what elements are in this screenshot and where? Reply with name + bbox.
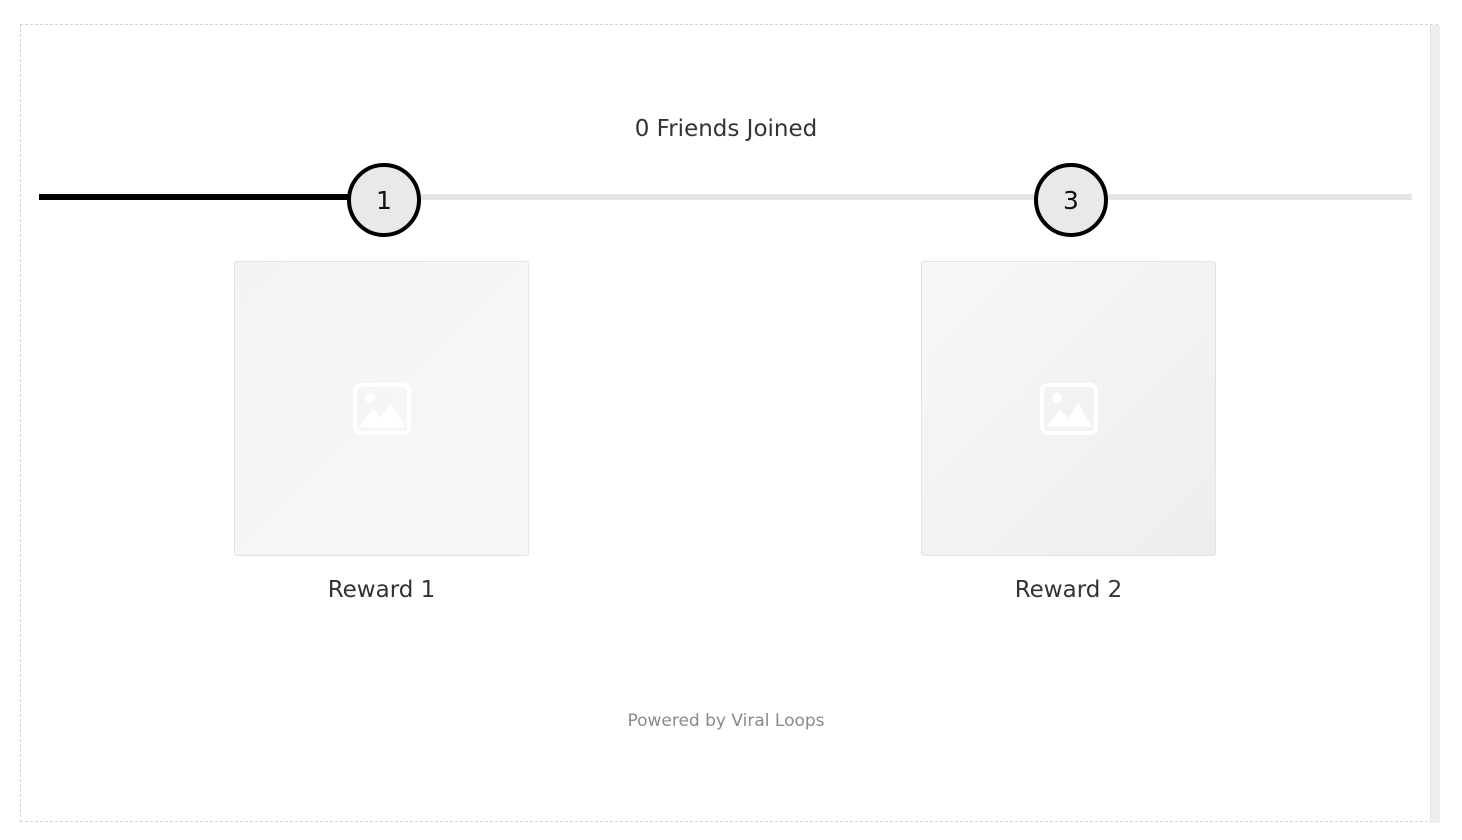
reward-1-label: Reward 1: [327, 577, 436, 603]
reward-2-label: Reward 2: [1014, 577, 1123, 603]
reward-2-image[interactable]: [921, 261, 1216, 556]
milestone-1: 1: [347, 163, 421, 237]
reward-1-image[interactable]: [234, 261, 529, 556]
powered-by-link[interactable]: Powered by Viral Loops: [0, 711, 1452, 731]
friends-joined-count: 0 Friends Joined: [634, 116, 818, 142]
milestone-2: 3: [1034, 163, 1108, 237]
scrollbar[interactable]: [1430, 25, 1440, 823]
progress-track: [39, 194, 1412, 200]
image-placeholder-icon: [352, 382, 411, 435]
progress-fill: [39, 194, 383, 200]
image-placeholder-icon: [1039, 382, 1098, 435]
